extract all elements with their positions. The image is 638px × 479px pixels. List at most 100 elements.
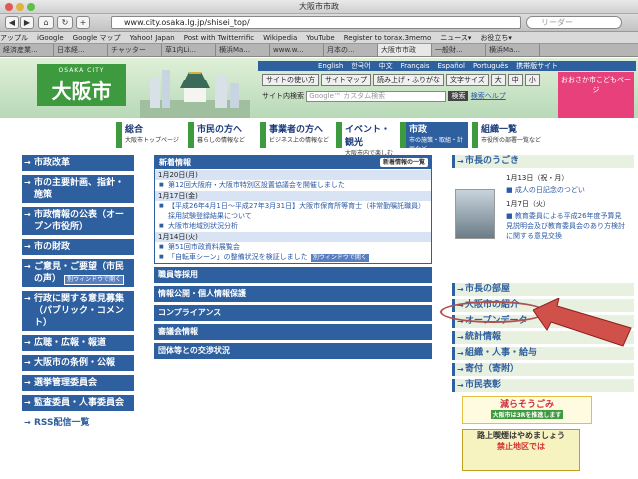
left-nav-item[interactable]: 市政情報の公表（オープン市役所） (22, 207, 134, 235)
tab-item[interactable]: 月本の... (324, 44, 378, 56)
nav-sublabel: 大阪市トップページ (125, 137, 179, 144)
left-nav-item[interactable]: 市政改革 (22, 155, 134, 171)
language-link[interactable]: 中文 (379, 62, 393, 70)
tab-item[interactable]: 横浜Ma... (216, 44, 270, 56)
news-item[interactable]: 【平成26年4月1日〜平成27年3月31日】大阪市保育所等育士（非常勤嘱託職員）… (155, 201, 431, 221)
window-title: 大阪市市政 (299, 2, 339, 11)
left-nav-label: 行政に関する意見募集（パブリック・コメント） (34, 294, 125, 328)
news-item-text: 「自転車シーン」の整備状況を検証しました (168, 253, 308, 261)
bookmark-item[interactable]: Wikipedia (263, 34, 297, 42)
language-link[interactable]: Español (437, 62, 464, 70)
global-nav-item[interactable]: 総合 大阪市トップページ (116, 122, 184, 148)
tab-item[interactable]: 大阪市市政 (378, 44, 432, 56)
language-link[interactable]: 한국어 (351, 62, 370, 70)
section-bar[interactable]: コンプライアンス (154, 305, 432, 321)
bookmark-item[interactable]: Yahoo! Japan (130, 34, 175, 42)
bookmark-item[interactable]: iGoogle (37, 34, 64, 42)
new-window-badge: 別ウィンドウで開く (309, 253, 370, 263)
tab-bar: 経済産業... 日本経... チャッター 草1内Li... 横浜Ma... www.w..… (0, 44, 638, 57)
search-help-link[interactable]: 検索ヘルプ (471, 92, 506, 100)
news-item[interactable]: 第51回市政資料展覧会 (155, 242, 431, 252)
bookmark-item[interactable]: Google マップ (73, 34, 121, 42)
bookmark-item[interactable]: YouTube (306, 34, 334, 42)
left-nav-item[interactable]: RSS配信一覧 (22, 415, 134, 431)
news-item[interactable]: 「自転車シーン」の整備状況を検証しました 別ウィンドウで開く (155, 252, 431, 263)
tab-item[interactable]: www.w... (270, 44, 324, 56)
bookmark-item[interactable]: Register to torax.3memo (344, 34, 432, 42)
global-nav-item[interactable]: イベント・観光大阪市内で楽しむ情報 (336, 122, 396, 166)
news-header: 新着情報 新着情報の一覧 (155, 156, 431, 169)
left-nav-item[interactable]: 行政に関する意見募集（パブリック・コメント） (22, 291, 134, 331)
right-link[interactable]: 市長の部屋 (452, 283, 634, 296)
left-nav-item[interactable]: 選挙管理委員会 (22, 375, 134, 391)
left-nav-item[interactable]: 広聴・広報・報道 (22, 335, 134, 351)
utility-button[interactable]: サイトマップ (321, 74, 371, 86)
left-nav-item[interactable]: 大阪市の条例・公報 (22, 355, 134, 371)
close-window-button[interactable] (5, 3, 13, 11)
highlight-circle (440, 301, 546, 323)
left-nav-label: 広聴・広報・報道 (34, 338, 107, 348)
right-link[interactable]: 市民表彰 (452, 379, 634, 392)
section-bar[interactable]: 情報公開・個人情報保護 (154, 286, 432, 302)
utility-button[interactable]: 読み上げ・ふりがな (373, 74, 444, 86)
url-field[interactable]: www.city.osaka.lg.jp/shisei_top/ (111, 16, 521, 29)
main-content: 新着情報 新着情報の一覧 1月20日(月)第12回大阪府・大阪市特別区設置協議会… (154, 155, 432, 359)
tab-item[interactable]: 草1内Li... (162, 44, 216, 56)
nav-sublabel: 暮らしの情報など (197, 137, 246, 144)
tab-item[interactable]: 横浜Ma... (486, 44, 540, 56)
news-list-button[interactable]: 新着情報の一覧 (379, 158, 428, 167)
browser-search-field[interactable]: リーダー (526, 16, 622, 29)
section-bar[interactable]: 団体等との交渉状況 (154, 343, 432, 359)
section-bar[interactable]: 審議会情報 (154, 324, 432, 340)
tab-item[interactable]: 日本経... (54, 44, 108, 56)
back-button[interactable]: ◀ (5, 16, 19, 29)
language-link[interactable]: 携帯版サイト (516, 62, 558, 70)
utility-button[interactable]: 大 (490, 74, 506, 86)
left-navigation: 市政改革市の主要計画、指針・施策市政情報の公表（オープン市役所） 市の財政ご意見・… (22, 155, 134, 435)
utility-button[interactable]: サイトの使い方 (262, 74, 319, 86)
new-window-badge: 別ウィンドウで開く (64, 275, 125, 285)
bookmark-item[interactable]: お役立ち▾ (480, 34, 512, 42)
reduce-garbage-banner[interactable]: 減らそうごみ 大阪市は3Rを推進します (462, 396, 592, 424)
section-bar[interactable]: 職員等採用 (154, 267, 432, 283)
zoom-window-button[interactable] (27, 3, 35, 11)
left-nav-item[interactable]: 市の財政 (22, 239, 134, 255)
left-nav-item[interactable]: 市の主要計画、指針・施策 (22, 175, 134, 203)
add-bookmark-button[interactable]: + (76, 16, 90, 29)
bookmark-item[interactable]: Post with Twitterrific (184, 34, 254, 42)
utility-button[interactable]: 中 (507, 74, 523, 86)
minimize-window-button[interactable] (16, 3, 24, 11)
reload-button[interactable]: ↻ (57, 16, 73, 29)
mayor-item-2[interactable]: ■ 教育委員による平成26年度予算見見説明会及び教育委員会のあり方検討に関する意… (506, 211, 626, 241)
news-item-text: 第12回大阪府・大阪市特別区設置協議会を開催しました (168, 181, 345, 189)
bookmark-item[interactable]: ニュース▾ (440, 34, 471, 42)
site-search-button[interactable]: 検索 (448, 91, 469, 101)
tab-item[interactable]: 一般財... (432, 44, 486, 56)
news-item[interactable]: 第12回大阪府・大阪市特別区設置協議会を開催しました (155, 180, 431, 190)
global-nav-item[interactable]: 市民の方へ 暮らしの情報など (188, 122, 256, 148)
news-item-text: 【平成26年4月1日〜平成27年3月31日】大阪市保育所等育士（非常勤嘱託職員）… (168, 202, 426, 220)
osaka-city-logo[interactable]: OSAKA CITY 大阪市 (37, 64, 126, 106)
mayor-item-1[interactable]: ■ 成人の日記念のつどい (506, 185, 585, 195)
global-nav-item[interactable]: 事業者の方へ ビジネス上の情報など (260, 122, 332, 148)
left-nav-item[interactable]: 監査委員・人事委員会 (22, 395, 134, 411)
site-search-input[interactable]: Google™ カスタム検索 (306, 90, 447, 102)
tab-item[interactable]: 経済産業... (0, 44, 54, 56)
bookmark-item[interactable]: アップル (0, 34, 28, 42)
mayor-activity-heading[interactable]: 市長のうごき (452, 155, 634, 168)
tab-item[interactable]: チャッター (108, 44, 162, 56)
kids-page-banner[interactable]: おおさか市こどもページ (558, 72, 634, 118)
forward-button[interactable]: ▶ (20, 16, 34, 29)
news-item[interactable]: 大阪市地域別状況分析 (155, 221, 431, 231)
utility-button: 文字サイズ (446, 74, 489, 86)
no-smoking-banner[interactable]: 路上喫煙はやめましょう 禁止地区では (462, 429, 580, 471)
home-button[interactable]: ⌂ (38, 16, 54, 29)
language-link[interactable]: Français (401, 62, 430, 70)
language-link[interactable]: Português (473, 62, 508, 70)
left-nav-item[interactable]: ご意見・ご要望（市民の声） 別ウィンドウで開く (22, 259, 134, 287)
global-nav-item[interactable]: 市政 市の施策・取組・計画など (400, 122, 468, 153)
language-link[interactable]: English (318, 62, 343, 70)
utility-button[interactable]: 小 (524, 74, 540, 86)
right-link[interactable]: 寄付（寄附） (452, 363, 634, 376)
global-nav-item[interactable]: 組織一覧 市役所の部署一覧など (472, 122, 544, 148)
